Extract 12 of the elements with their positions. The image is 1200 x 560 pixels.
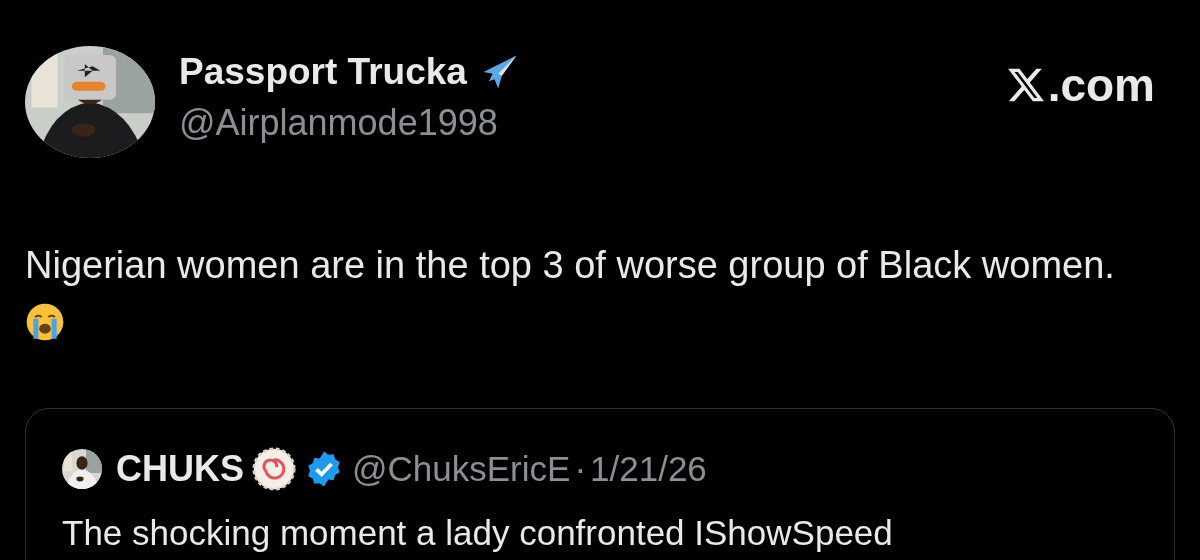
author-handle[interactable]: @Airplanmode1998	[179, 102, 1006, 144]
quoted-post-date[interactable]: 1/21/26	[590, 449, 707, 489]
fishcake-icon	[252, 447, 296, 491]
author-name[interactable]: Passport Trucka	[179, 51, 467, 93]
quoted-author-name[interactable]: CHUKS	[116, 448, 244, 490]
post-text: Nigerian women are in the top 3 of worse group of Black women.	[25, 236, 1125, 352]
quoted-post-text: The shocking moment a lady confronted IShowSpeed	[62, 513, 894, 553]
quoted-author-handle[interactable]: @ChuksEricE	[352, 449, 571, 489]
quoted-post-card[interactable]: CHUKS @ChuksEricE·1/21/26 The shocking moment a lady confronted IShowSpeed	[25, 408, 1175, 560]
separator-dot: ·	[574, 449, 587, 489]
brand-suffix: .com	[1047, 58, 1155, 112]
crying-face-icon	[25, 302, 65, 342]
